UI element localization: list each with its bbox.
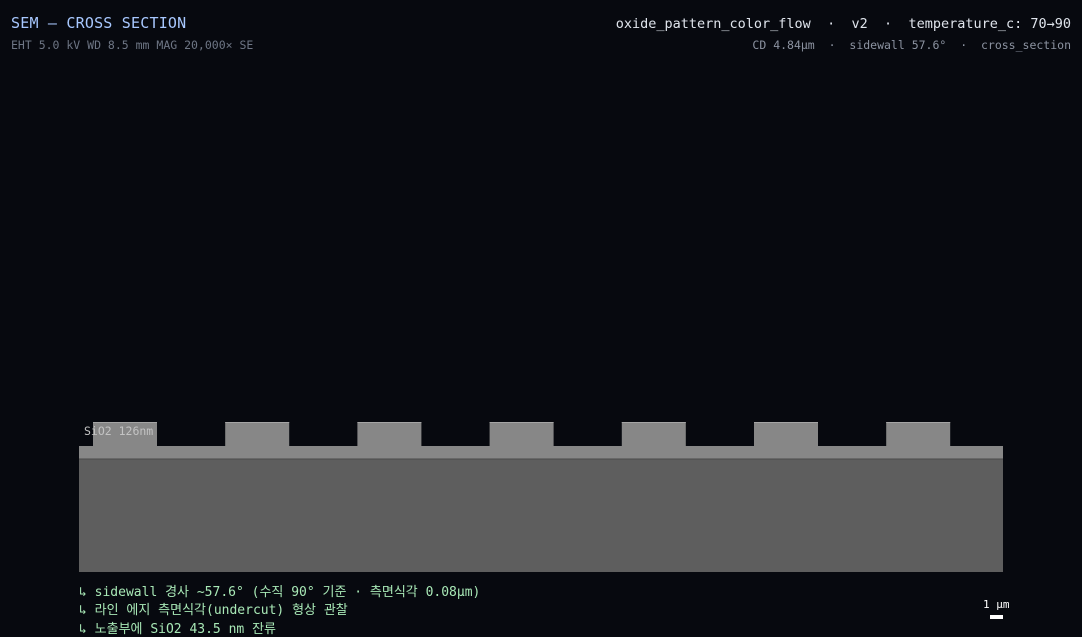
oxide-line — [357, 422, 422, 446]
oxide-layer — [79, 446, 1003, 459]
scale-bar — [990, 615, 1003, 619]
layer-label: SiO2 126nm — [84, 424, 153, 438]
oxide-line — [225, 422, 290, 446]
oxide-pattern-lines — [93, 422, 951, 446]
annotation-residue: ↳ 노출부에 SiO2 43.5 nm 잔류 — [79, 622, 276, 637]
annotation-sidewall: ↳ sidewall 경사 ~57.6° (수직 90° 기준 · 측면식각 0… — [79, 585, 481, 600]
oxide-line — [489, 422, 554, 446]
oxide-line — [886, 422, 951, 446]
oxide-line — [754, 422, 818, 446]
scale-bar-label: 1 μm — [983, 598, 1010, 611]
substrate — [79, 459, 1003, 572]
annotation-undercut: ↳ 라인 에지 측면식각(undercut) 형상 관찰 — [79, 603, 348, 618]
cross-section-view: SiO2 126nm — [79, 422, 1003, 572]
oxide-line — [621, 422, 686, 446]
